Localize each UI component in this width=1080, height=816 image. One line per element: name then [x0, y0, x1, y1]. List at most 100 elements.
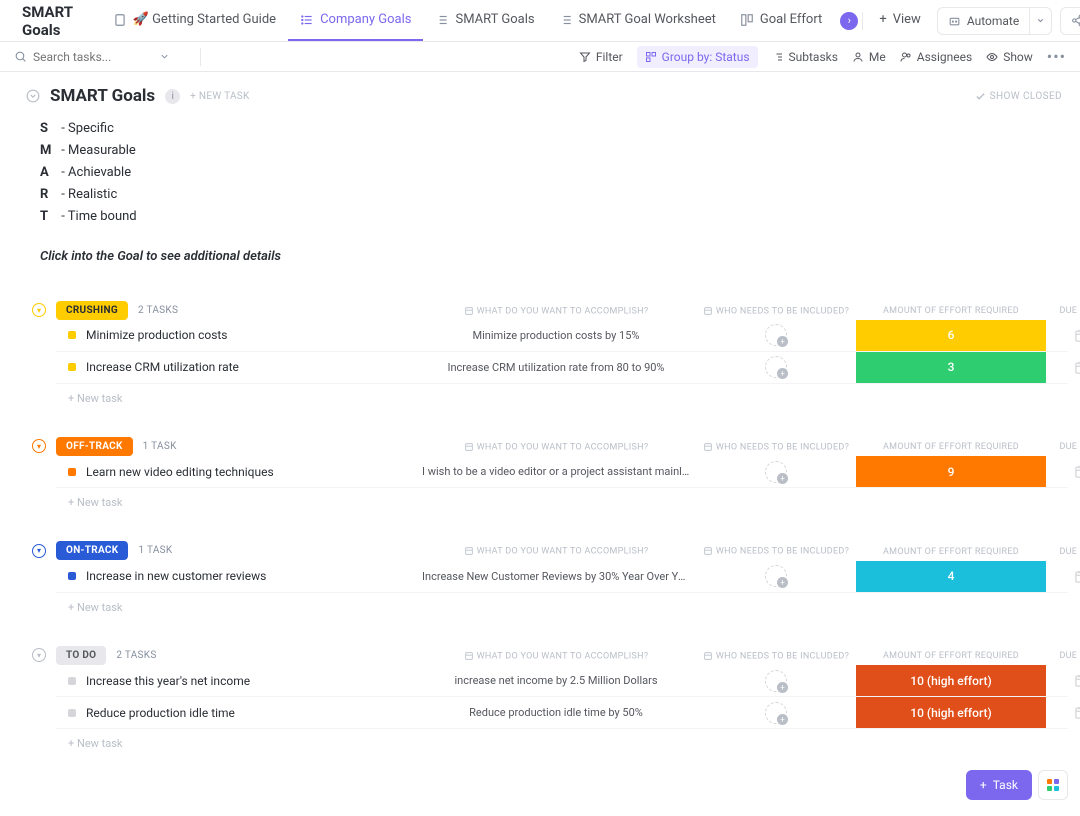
- effort-cell[interactable]: 10 (high effort): [856, 697, 1046, 728]
- status-square[interactable]: [68, 677, 76, 685]
- due-date-cell[interactable]: [1046, 705, 1080, 720]
- task-row[interactable]: Increase in new customer reviews Increas…: [56, 561, 1068, 593]
- group-toggle[interactable]: ▾: [32, 303, 46, 317]
- task-name[interactable]: Minimize production costs: [56, 328, 416, 342]
- desc-text: - Realistic: [61, 187, 117, 202]
- automate-dropdown[interactable]: [1030, 7, 1052, 35]
- task-row[interactable]: Learn new video editing techniques I wis…: [56, 456, 1068, 488]
- add-assignee-button[interactable]: [765, 565, 787, 587]
- group-by-button[interactable]: Group by: Status: [637, 46, 758, 68]
- add-assignee-button[interactable]: [765, 702, 787, 724]
- task-name[interactable]: Reduce production idle time: [56, 706, 416, 720]
- plus-icon: +: [879, 12, 886, 27]
- effort-cell[interactable]: 9: [856, 456, 1046, 487]
- group-toggle[interactable]: ▾: [32, 439, 46, 453]
- col-who: WHO NEEDS TO BE INCLUDED?: [696, 546, 856, 556]
- add-assignee-button[interactable]: [765, 461, 787, 483]
- col-effort: AMOUNT OF EFFORT REQUIRED: [856, 547, 1046, 557]
- status-square[interactable]: [68, 468, 76, 476]
- robot-icon: [948, 14, 961, 27]
- task-row[interactable]: Minimize production costs Minimize produ…: [56, 320, 1068, 352]
- tab-company-goals[interactable]: Company Goals: [288, 0, 423, 41]
- search-input[interactable]: [33, 50, 153, 64]
- task-row[interactable]: Reduce production idle time Reduce produ…: [56, 697, 1068, 729]
- task-row[interactable]: Increase this year's net income increase…: [56, 665, 1068, 697]
- tab-goal-effort[interactable]: Goal Effort: [728, 0, 834, 41]
- new-task-button[interactable]: + NEW TASK: [190, 91, 249, 102]
- chevron-down-icon[interactable]: [159, 51, 170, 62]
- new-task-row[interactable]: + New task: [32, 384, 1068, 405]
- status-square[interactable]: [68, 363, 76, 371]
- share-button[interactable]: Share: [1060, 7, 1080, 35]
- tab-smart-goals[interactable]: SMART Goals: [423, 0, 546, 41]
- due-date-cell[interactable]: [1046, 673, 1080, 688]
- due-date-cell[interactable]: [1046, 360, 1080, 375]
- create-task-button[interactable]: + Task: [966, 770, 1032, 800]
- search-wrap: [14, 50, 184, 64]
- status-pill[interactable]: ON-TRACK: [56, 541, 128, 560]
- group-icon: [645, 51, 657, 63]
- topbar: SMART Goals 🚀 Getting Started Guide Comp…: [0, 0, 1080, 42]
- status-pill[interactable]: CRUSHING: [56, 301, 128, 320]
- desc-letter: T: [40, 206, 58, 228]
- task-name[interactable]: Increase this year's net income: [56, 674, 416, 688]
- me-button[interactable]: Me: [852, 50, 886, 64]
- due-date-cell[interactable]: [1046, 464, 1080, 479]
- more-button[interactable]: •••: [1047, 47, 1066, 66]
- desc-letter: M: [40, 140, 58, 162]
- add-assignee-button[interactable]: [765, 356, 787, 378]
- effort-cell[interactable]: 3: [856, 352, 1046, 383]
- due-date-cell[interactable]: [1046, 569, 1080, 584]
- filter-button[interactable]: Filter: [579, 50, 623, 64]
- task-accomplish: increase net income by 2.5 Million Dolla…: [416, 674, 696, 687]
- task-name[interactable]: Increase in new customer reviews: [56, 569, 416, 583]
- subtasks-button[interactable]: Subtasks: [772, 50, 838, 64]
- status-square[interactable]: [68, 709, 76, 717]
- col-effort: AMOUNT OF EFFORT REQUIRED: [856, 442, 1046, 452]
- group-toggle[interactable]: ▾: [32, 544, 46, 558]
- add-view-button[interactable]: + View: [867, 0, 933, 41]
- tabs: 🚀 Getting Started Guide Company Goals SM…: [101, 0, 933, 41]
- filter-icon: [579, 51, 591, 63]
- status-square[interactable]: [68, 572, 76, 580]
- add-assignee-button[interactable]: [765, 324, 787, 346]
- new-task-row[interactable]: + New task: [32, 488, 1068, 509]
- list-icon: [559, 13, 573, 27]
- new-task-row[interactable]: + New task: [32, 729, 1068, 750]
- task-name[interactable]: Learn new video editing techniques: [56, 465, 416, 479]
- toolbar-right: Filter Group by: Status Subtasks Me Assi…: [579, 46, 1066, 68]
- column-headers: WHAT DO YOU WANT TO ACCOMPLISH? WHO NEED…: [56, 542, 1068, 560]
- due-date-cell[interactable]: [1046, 328, 1080, 343]
- col-accomplish: WHAT DO YOU WANT TO ACCOMPLISH?: [416, 546, 696, 556]
- task-accomplish: Increase New Customer Reviews by 30% Yea…: [416, 570, 696, 583]
- task-row[interactable]: Increase CRM utilization rate Increase C…: [56, 352, 1068, 384]
- status-pill[interactable]: OFF-TRACK: [56, 437, 133, 456]
- apps-button[interactable]: [1038, 770, 1068, 800]
- add-assignee-button[interactable]: [765, 670, 787, 692]
- effort-cell[interactable]: 4: [856, 561, 1046, 592]
- column-headers: WHAT DO YOU WANT TO ACCOMPLISH? WHO NEED…: [56, 438, 1068, 456]
- show-button[interactable]: Show: [986, 50, 1033, 64]
- more-views-button[interactable]: ›: [840, 12, 858, 30]
- tab-label: SMART Goals: [455, 12, 534, 27]
- status-square[interactable]: [68, 331, 76, 339]
- toolbar: Filter Group by: Status Subtasks Me Assi…: [0, 42, 1080, 72]
- effort-cell[interactable]: 6: [856, 320, 1046, 351]
- status-pill[interactable]: TO DO: [56, 646, 106, 665]
- tab-label: Company Goals: [320, 12, 411, 27]
- assignees-button[interactable]: Assignees: [900, 50, 972, 64]
- col-accomplish: WHAT DO YOU WANT TO ACCOMPLISH?: [416, 651, 696, 661]
- tab-worksheet[interactable]: SMART Goal Worksheet: [547, 0, 728, 41]
- show-label: Show: [1003, 50, 1033, 64]
- col-effort: AMOUNT OF EFFORT REQUIRED: [856, 651, 1046, 661]
- effort-cell[interactable]: 10 (high effort): [856, 665, 1046, 696]
- tab-getting-started[interactable]: 🚀 Getting Started Guide: [101, 0, 288, 41]
- show-closed-button[interactable]: SHOW CLOSED: [975, 91, 1062, 102]
- chevron-down-icon[interactable]: [26, 89, 40, 103]
- assignee-cell: [696, 702, 856, 724]
- new-task-row[interactable]: + New task: [32, 593, 1068, 614]
- task-name[interactable]: Increase CRM utilization rate: [56, 360, 416, 374]
- automate-button[interactable]: Automate: [937, 7, 1030, 35]
- info-icon[interactable]: i: [165, 89, 180, 104]
- group-toggle[interactable]: ▾: [32, 648, 46, 662]
